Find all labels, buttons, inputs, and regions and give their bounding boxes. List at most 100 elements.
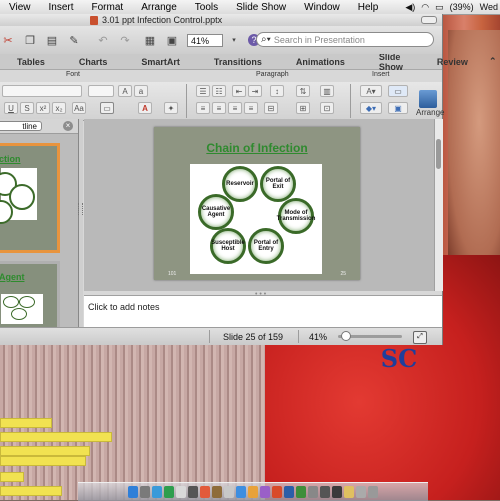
current-slide[interactable]: Chain of Infection Reservoir Portal of E… [154, 127, 360, 280]
menu-tools[interactable]: Tools [186, 2, 227, 13]
close-icon[interactable]: × [63, 121, 73, 131]
pane-splitter[interactable] [79, 119, 83, 327]
picture-icon[interactable]: ▭ [388, 85, 408, 97]
tab-smartart[interactable]: SmartArt [124, 57, 197, 67]
wifi-icon[interactable]: ◠ [421, 2, 429, 13]
menu-window[interactable]: Window [295, 2, 349, 13]
clock[interactable]: Wed [480, 2, 498, 12]
copy-icon[interactable]: ❐ [22, 32, 38, 48]
zoom-dropdown-icon[interactable]: ▾ [226, 32, 242, 48]
tab-slide-show[interactable]: Slide Show [362, 52, 420, 72]
media-browser-icon[interactable]: ▣ [164, 32, 180, 48]
increase-indent-icon[interactable]: ⇥ [248, 85, 262, 97]
node-reservoir[interactable]: Reservoir [222, 166, 258, 202]
highlight-icon[interactable]: ▭ [100, 102, 114, 114]
slide-title[interactable]: Chain of Infection [154, 141, 360, 155]
tab-tables[interactable]: Tables [0, 57, 62, 67]
slide-thumbnail[interactable]: Agent [0, 261, 60, 327]
smartart-convert-icon[interactable]: ⊞ [296, 102, 310, 114]
trash-icon[interactable] [368, 486, 378, 498]
text-effects-icon[interactable]: ✦ [164, 102, 178, 114]
underline-icon[interactable]: U [4, 102, 18, 114]
font-size-select[interactable] [88, 85, 114, 97]
text-direction-icon[interactable]: ⇅ [296, 85, 310, 97]
battery-icon[interactable]: ▭ [435, 2, 444, 13]
quicktime-icon[interactable] [320, 486, 330, 498]
imovie-icon[interactable] [260, 486, 270, 498]
zoom-slider[interactable] [338, 331, 402, 341]
tab-review[interactable]: Review [420, 57, 485, 67]
superscript-icon[interactable]: x² [36, 102, 50, 114]
menu-arrange[interactable]: Arrange [132, 2, 186, 13]
preview-icon[interactable] [224, 486, 234, 498]
facetime-icon[interactable] [164, 486, 174, 498]
undo-icon[interactable]: ↶ [95, 32, 111, 48]
slide-thumbnail-selected[interactable]: ction [0, 143, 60, 253]
line-spacing-icon[interactable]: ↕ [270, 85, 284, 97]
terminal-icon[interactable] [332, 486, 342, 498]
redo-icon[interactable]: ↷ [117, 32, 133, 48]
tab-animations[interactable]: Animations [279, 57, 362, 67]
finder-icon[interactable] [128, 486, 138, 498]
cut-icon[interactable]: ✂ [0, 32, 16, 48]
word-icon[interactable] [284, 486, 294, 498]
paste-icon[interactable]: ▤ [44, 32, 60, 48]
menu-insert[interactable]: Insert [40, 2, 83, 13]
decrease-indent-icon[interactable]: ⇤ [232, 85, 246, 97]
columns-icon[interactable]: ▥ [320, 85, 334, 97]
fit-to-window-icon[interactable]: ⤢ [413, 331, 427, 344]
menu-help[interactable]: Help [349, 2, 388, 13]
menu-view[interactable]: View [0, 2, 40, 13]
itunes-icon[interactable] [236, 486, 246, 498]
align-text-icon[interactable]: ⊟ [264, 102, 278, 114]
splitter-grip[interactable] [78, 203, 83, 215]
format-painter-icon[interactable]: ✎ [66, 32, 82, 48]
mail-icon[interactable] [152, 486, 162, 498]
node-portal-of-entry[interactable]: Portal of Entry [248, 228, 284, 264]
align-left-icon[interactable]: ≡ [196, 102, 210, 114]
shape-icon[interactable]: ◆▾ [360, 102, 382, 114]
bullets-icon[interactable]: ☰ [196, 85, 210, 97]
safari-icon[interactable] [176, 486, 186, 498]
grow-font-icon[interactable]: A [118, 85, 132, 97]
text-box-icon[interactable]: A▾ [360, 85, 382, 97]
photo-booth-icon[interactable] [188, 486, 198, 498]
node-portal-of-exit[interactable]: Portal of Exit [260, 166, 296, 202]
node-susceptible-host[interactable]: Susceptible Host [210, 228, 246, 264]
outline-tab[interactable]: tline [0, 121, 42, 131]
justify-icon[interactable]: ≡ [244, 102, 258, 114]
zoom-field[interactable]: 41% [187, 33, 223, 47]
tab-transitions[interactable]: Transitions [197, 57, 279, 67]
system-preferences-icon[interactable] [308, 486, 318, 498]
node-mode-of-transmission[interactable]: Mode of Transmission [277, 198, 315, 234]
font-name-select[interactable] [2, 85, 82, 97]
search-field[interactable]: ⌕▾ Search in Presentation [256, 32, 434, 47]
stickies-icon[interactable] [344, 486, 354, 498]
downloads-stack-icon[interactable] [356, 486, 366, 498]
change-case-icon[interactable]: Aa [72, 102, 86, 114]
excel-icon[interactable] [296, 486, 306, 498]
chain-diagram[interactable]: Reservoir Portal of Exit Mode of Transmi… [190, 164, 322, 274]
volume-icon[interactable]: ◀) [405, 2, 415, 13]
node-causative-agent[interactable]: Causative Agent [198, 194, 234, 230]
iphoto-icon[interactable] [248, 486, 258, 498]
dashboard-icon[interactable] [140, 486, 150, 498]
notes-pane[interactable]: Click to add notes [84, 295, 442, 328]
shrink-font-icon[interactable]: a [134, 85, 148, 97]
powerpoint-icon[interactable] [272, 486, 282, 498]
ribbon-collapse-icon[interactable]: ⌃ [489, 56, 497, 67]
menu-format[interactable]: Format [83, 2, 133, 13]
subscript-icon[interactable]: x₂ [52, 102, 66, 114]
tab-charts[interactable]: Charts [62, 57, 125, 67]
vertical-scrollbar[interactable] [434, 119, 443, 291]
align-center-icon[interactable]: ≡ [212, 102, 226, 114]
calendar-icon[interactable] [200, 486, 210, 498]
arrange-button[interactable]: Arrange [416, 90, 444, 117]
numbering-icon[interactable]: ☷ [212, 85, 226, 97]
strikethrough-icon[interactable]: S [20, 102, 34, 114]
toolbar-toggle-button[interactable] [421, 16, 437, 24]
align-right-icon[interactable]: ≡ [228, 102, 242, 114]
media-icon[interactable]: ▣ [388, 102, 408, 114]
vertical-align-icon[interactable]: ⊡ [320, 102, 334, 114]
address-book-icon[interactable] [212, 486, 222, 498]
